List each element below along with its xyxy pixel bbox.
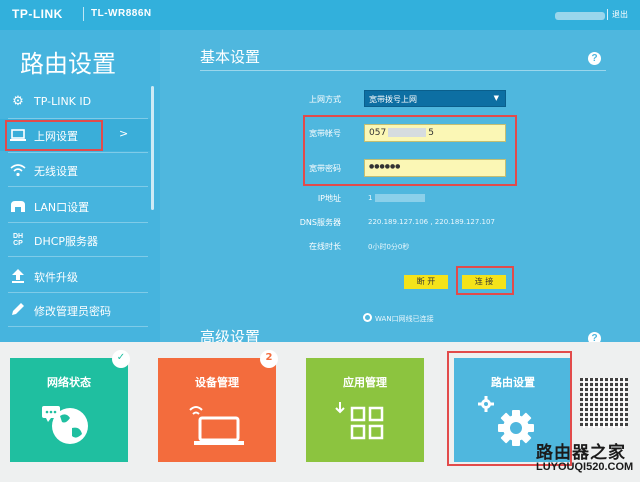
sidebar-item-label: 修改管理员密码 (34, 305, 111, 318)
divider (8, 222, 148, 223)
chevron-right-icon: > (119, 127, 129, 140)
sidebar-scrollbar[interactable] (151, 86, 154, 210)
pencil-icon (9, 303, 27, 317)
highlight-box-connect (456, 266, 514, 295)
label-dns: DNS服务器 (299, 218, 341, 227)
divider (8, 152, 148, 153)
online-time-value: 0小时0分0秒 (368, 243, 410, 251)
brand-logo: TP-LINK (12, 7, 63, 21)
dns-value: 220.189.127.106 , 220.189.127.107 (368, 218, 495, 226)
logout-link[interactable]: 退出 (607, 9, 628, 20)
divider (8, 292, 148, 293)
lan-icon (9, 199, 27, 213)
select-value: 宽带拨号上网 (369, 95, 417, 104)
help-icon[interactable]: ? (588, 52, 601, 65)
tile-network-status[interactable]: 网络状态 ✓ (10, 350, 130, 462)
sidebar-item-upgrade[interactable]: 软件升级 (0, 260, 150, 292)
wan-status-text: WAN口网线已连接 (375, 315, 434, 323)
sidebar-item-dhcp[interactable]: DH CP DHCP服务器 (0, 224, 150, 256)
label-connection-mode: 上网方式 (309, 95, 341, 104)
upgrade-icon (9, 269, 27, 283)
sidebar-item-tplink-id[interactable]: ⚙ TP-LINK ID (0, 86, 150, 118)
connection-mode-select[interactable]: 宽带拨号上网 ▼ (364, 90, 506, 107)
sidebar-title: 路由设置 (20, 50, 116, 78)
model-name: TL-WR886N (91, 8, 152, 19)
caret-down-icon: ▼ (493, 94, 499, 102)
section-divider (200, 70, 606, 71)
divider (8, 186, 148, 187)
sidebar-item-label: TP-LINK ID (34, 95, 92, 108)
main-panel: 基本设置 ? 上网方式 宽带拨号上网 ▼ 宽带帐号 057 5 宽带密码 ●●●●… (180, 30, 618, 346)
user-name-redacted (555, 12, 605, 20)
ip-text: 1 (368, 194, 373, 202)
disconnect-button[interactable]: 断 开 (404, 275, 448, 289)
highlight-box-internet (5, 120, 103, 151)
sidebar-item-lan[interactable]: LAN口设置 (0, 190, 150, 222)
divider (8, 326, 148, 327)
count-badge: 2 (260, 350, 278, 368)
sidebar: 路由设置 ⚙ TP-LINK ID 上网设置 > 无线设置 LAN口设置 DH C… (0, 30, 160, 342)
laptop-icon (189, 406, 244, 445)
check-badge: ✓ (112, 350, 130, 368)
tile-label: 应用管理 (343, 376, 387, 389)
highlight-box-credentials (303, 115, 517, 186)
tile-app-management[interactable]: 应用管理 (306, 358, 424, 462)
label-ip: IP地址 (317, 194, 341, 203)
tile-label: 网络状态 (47, 376, 91, 389)
sidebar-item-admin-password[interactable]: 修改管理员密码 (0, 294, 150, 326)
sidebar-item-label: 无线设置 (34, 165, 78, 178)
wan-status-indicator (363, 313, 372, 322)
wifi-icon (9, 163, 27, 177)
logo-divider (83, 7, 84, 21)
label-online-time: 在线时长 (309, 242, 341, 251)
gear-icon: ⚙ (12, 94, 24, 109)
top-bar: TP-LINK TL-WR886N 退出 (0, 0, 640, 30)
section-title-basic: 基本设置 (200, 48, 261, 66)
dhcp-icon: DH CP (12, 233, 24, 247)
watermark-cn: 路由器之家 (536, 443, 626, 463)
redacted-text (375, 194, 426, 202)
sidebar-item-wireless[interactable]: 无线设置 (0, 154, 150, 186)
globe-icon (42, 406, 88, 444)
watermark-url: LUYOUQI520.COM (536, 461, 634, 473)
apps-icon (335, 402, 384, 440)
sidebar-item-label: LAN口设置 (34, 201, 90, 214)
divider (8, 256, 148, 257)
sidebar-item-label: 软件升级 (34, 271, 78, 284)
tile-label: 设备管理 (195, 376, 239, 389)
ip-value: 1 (368, 194, 426, 202)
qr-code-overlay (580, 378, 628, 428)
sidebar-item-label: DHCP服务器 (34, 235, 99, 248)
tile-device-management[interactable]: 设备管理 2 (158, 350, 278, 462)
